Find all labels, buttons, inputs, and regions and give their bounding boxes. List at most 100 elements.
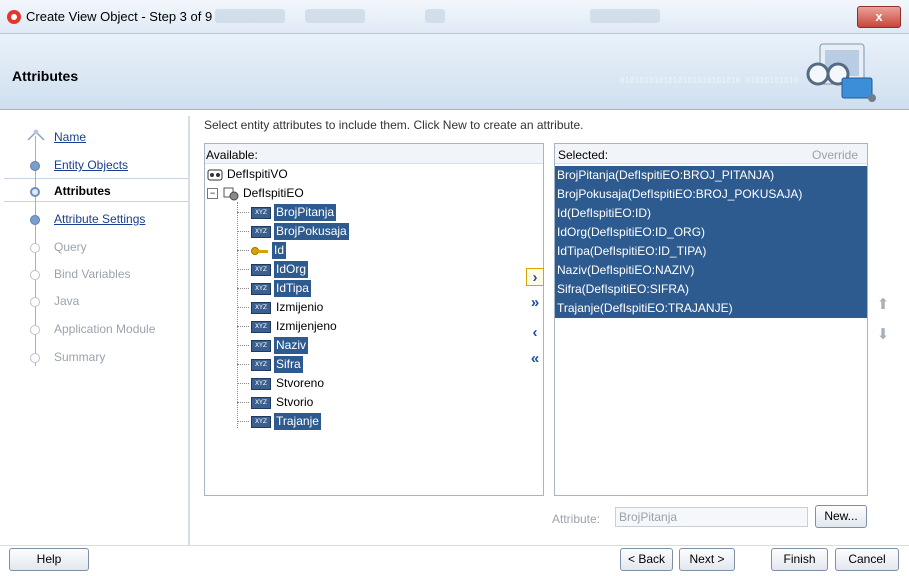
selected-label: Selected:	[558, 148, 609, 162]
back-button[interactable]: < Back	[620, 548, 673, 571]
nav-step-attributes[interactable]: Attributes	[0, 178, 188, 204]
tree-attribute-node[interactable]: XYZ IdOrg	[237, 261, 309, 280]
attribute-icon: XYZ	[251, 301, 271, 314]
step-future-indicator	[30, 353, 40, 363]
attribute-icon: XYZ	[251, 206, 271, 219]
nav-step-name[interactable]: Name	[0, 124, 188, 150]
tree-entity-label: DefIspitiEO	[243, 186, 304, 200]
move-down-icon[interactable]: ⬇	[876, 326, 890, 344]
tree-root-node[interactable]: DefIspitiVO	[207, 166, 290, 185]
window-title: Create View Object - Step 3 of 9	[26, 9, 213, 24]
step-future-indicator	[30, 297, 40, 307]
footer-separator	[0, 545, 909, 546]
blurred-titlebar-area	[305, 9, 365, 23]
tree-attribute-node[interactable]: Id	[237, 242, 287, 261]
tree-root-label: DefIspitiVO	[227, 167, 288, 181]
nav-step-label: Query	[54, 240, 87, 254]
entity-object-icon	[223, 187, 239, 201]
close-button[interactable]: x	[857, 6, 901, 28]
tree-attribute-label: Sifra	[274, 356, 303, 373]
selected-list-item[interactable]: IdOrg(DefIspitiEO:ID_ORG)	[555, 223, 867, 242]
tree-attribute-node[interactable]: XYZ BrojPitanja	[237, 204, 337, 223]
step-done-indicator	[30, 215, 40, 225]
nav-step-label[interactable]: Entity Objects	[54, 158, 128, 172]
nav-step-attribute-settings[interactable]: Attribute Settings	[0, 206, 188, 232]
step-done-indicator	[30, 161, 40, 171]
attribute-icon: XYZ	[251, 263, 271, 276]
header-illustration-icon	[806, 43, 876, 102]
selected-list-item[interactable]: BrojPitanja(DefIspitiEO:BROJ_PITANJA)	[555, 166, 867, 185]
tree-attribute-label: Stvorio	[276, 395, 314, 409]
nav-divider[interactable]	[188, 116, 190, 546]
tree-attribute-node[interactable]: XYZ Izmijenjeno	[237, 318, 339, 337]
instruction-text: Select entity attributes to include them…	[204, 118, 584, 132]
nav-step-label: Bind Variables	[54, 267, 131, 281]
attribute-name-field: BrojPitanja	[615, 507, 808, 527]
blurred-titlebar-area	[215, 9, 285, 23]
tree-attribute-label: Izmijenjeno	[276, 319, 337, 333]
nav-step-application-module: Application Module	[0, 316, 188, 342]
tree-attribute-node[interactable]: XYZ IdTipa	[237, 280, 311, 299]
tree-attribute-node[interactable]: XYZ Stvorio	[237, 394, 315, 413]
tree-branch-line	[237, 250, 249, 252]
collapse-toggle-icon[interactable]: −	[207, 188, 218, 200]
attribute-icon: XYZ	[251, 415, 271, 428]
cancel-button[interactable]: Cancel	[835, 548, 899, 571]
remove-all-button[interactable]: «	[526, 350, 544, 368]
tree-attribute-label: Stvoreno	[276, 376, 325, 390]
tree-attribute-node[interactable]: XYZ Sifra	[237, 356, 303, 375]
finish-button[interactable]: Finish	[771, 548, 828, 571]
nav-step-summary: Summary	[0, 344, 188, 370]
nav-step-label: Summary	[54, 350, 106, 364]
nav-step-label[interactable]: Name	[54, 130, 86, 144]
attribute-label: Attribute:	[552, 512, 601, 526]
tree-entity-node[interactable]: − DefIspitiEO	[207, 185, 306, 204]
selected-list-item[interactable]: IdTipa(DefIspitiEO:ID_TIPA)	[555, 242, 867, 261]
tree-attribute-node[interactable]: XYZ Stvoreno	[237, 375, 326, 394]
selected-list-item[interactable]: BrojPokusaja(DefIspitiEO:BROJ_POKUSAJA)	[555, 185, 867, 204]
tree-attribute-label: Trajanje	[274, 413, 321, 430]
attribute-icon: XYZ	[251, 358, 271, 371]
available-label: Available:	[206, 148, 258, 162]
page-title: Attributes	[12, 68, 79, 84]
tree-branch-line	[237, 383, 249, 385]
app-icon	[7, 10, 21, 24]
tree-attribute-label: Izmijenio	[276, 300, 324, 314]
nav-step-label: Java	[54, 294, 80, 308]
selected-list-item[interactable]: Naziv(DefIspitiEO:NAZIV)	[555, 261, 867, 280]
header-decoration: 0101010101010101010101010 01010101010	[620, 76, 799, 85]
tree-branch-line	[237, 345, 249, 347]
add-selected-button[interactable]: ›	[526, 268, 544, 286]
tree-attribute-node[interactable]: XYZ Trajanje	[237, 413, 321, 432]
nav-step-label[interactable]: Attribute Settings	[54, 212, 145, 226]
add-all-button[interactable]: »	[526, 294, 544, 312]
tree-branch-line	[237, 307, 249, 309]
tree-attribute-label: IdTipa	[274, 280, 311, 297]
new-attribute-button[interactable]: New...	[815, 505, 867, 528]
attribute-icon: XYZ	[251, 377, 271, 390]
blurred-titlebar-area	[425, 9, 445, 23]
tree-attribute-label: Id	[272, 242, 287, 259]
help-button[interactable]: Help	[9, 548, 89, 571]
remove-selected-button[interactable]: ‹	[526, 324, 544, 342]
attribute-icon: XYZ	[251, 339, 271, 352]
attribute-icon: XYZ	[251, 396, 271, 409]
tree-attribute-node[interactable]: XYZ Izmijenio	[237, 299, 325, 318]
next-button[interactable]: Next >	[679, 548, 735, 571]
nav-step-entity-objects[interactable]: Entity Objects	[0, 152, 188, 178]
nav-step-java: Java	[0, 288, 188, 314]
override-column-label: Override	[812, 148, 859, 162]
nav-step-bind-variables: Bind Variables	[0, 261, 188, 287]
tree-attribute-node[interactable]: XYZ Naziv	[237, 337, 309, 356]
selected-list-item[interactable]: Trajanje(DefIspitiEO:TRAJANJE)	[555, 299, 867, 318]
move-up-icon[interactable]: ⬆	[876, 296, 890, 314]
view-object-icon	[207, 169, 223, 181]
selected-list-item[interactable]: Id(DefIspitiEO:ID)	[555, 204, 867, 223]
step-current-indicator	[30, 187, 40, 197]
selected-items[interactable]: BrojPitanja(DefIspitiEO:BROJ_PITANJA) Bro…	[555, 166, 867, 318]
tree-branch-line	[237, 402, 249, 404]
step-future-indicator	[30, 325, 40, 335]
tree-attribute-node[interactable]: XYZ BrojPokusaja	[237, 223, 349, 242]
blurred-titlebar-area	[590, 9, 660, 23]
selected-list-item[interactable]: Sifra(DefIspitiEO:SIFRA)	[555, 280, 867, 299]
